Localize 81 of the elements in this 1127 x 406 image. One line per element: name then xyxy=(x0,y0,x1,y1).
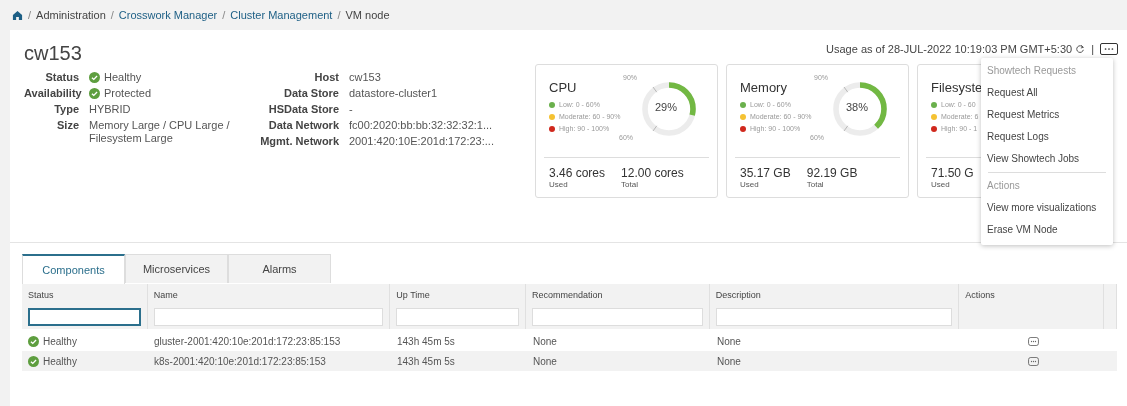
menu-item[interactable]: Request All xyxy=(981,82,1113,104)
table-cell: 143h 45m 5s xyxy=(397,355,455,367)
check-circle-icon xyxy=(28,336,39,347)
detail-label: Data Store xyxy=(282,87,339,100)
used-value: 35.17 GB xyxy=(740,166,791,180)
tab[interactable]: Components xyxy=(22,254,125,284)
table-cell: Healthy xyxy=(43,355,77,367)
ellipsis-icon xyxy=(1103,47,1115,51)
used-value: 71.50 G xyxy=(931,166,974,180)
detail-label: Host xyxy=(313,71,339,84)
breadcrumb-link[interactable]: Crosswork Manager xyxy=(118,9,218,21)
total-label: Total xyxy=(806,180,825,189)
menu-section-header: Actions xyxy=(986,179,1021,193)
detail-value: - xyxy=(349,103,354,116)
gauge-percent: 38% xyxy=(846,101,869,113)
used-label: Used xyxy=(931,180,951,189)
table-cell: 143h 45m 5s xyxy=(397,335,455,347)
card-title: Memory xyxy=(740,80,788,95)
detail-value: Protected xyxy=(104,87,152,100)
breadcrumb-item: Administration xyxy=(36,9,106,21)
page-title: cw153 xyxy=(24,42,83,65)
breadcrumb-item: VM node xyxy=(345,9,390,21)
separator: | xyxy=(1091,43,1094,55)
detail-value: HYBRID xyxy=(89,103,131,116)
check-circle-icon xyxy=(89,72,100,83)
menu-item[interactable]: Request Metrics xyxy=(981,104,1113,126)
table-cell: None xyxy=(533,335,557,347)
detail-value: datastore-cluster1 xyxy=(349,87,439,100)
menu-item[interactable]: Erase VM Node xyxy=(981,219,1113,241)
column-header[interactable]: Status xyxy=(28,290,141,300)
detail-label: HSData Store xyxy=(267,103,339,116)
detail-value: Memory Large / CPU Large / Filesystem Large xyxy=(89,119,231,145)
detail-label: Type xyxy=(53,103,79,116)
filter-field[interactable] xyxy=(28,308,141,326)
detail-value: cw153 xyxy=(349,71,382,84)
more-options-button[interactable] xyxy=(1100,43,1118,55)
breadcrumb-separator: / xyxy=(110,9,114,21)
gauge-percent: 29% xyxy=(655,101,678,113)
column-header[interactable]: Actions xyxy=(965,290,1097,300)
table-cell: None xyxy=(533,355,557,367)
detail-value: fc00:2020:bb:bb:32:32:32:1... xyxy=(349,119,494,132)
used-value: 3.46 cores xyxy=(549,166,606,180)
check-circle-icon xyxy=(28,356,39,367)
detail-label: Data Network xyxy=(267,119,339,132)
total-value: 12.00 cores xyxy=(621,166,684,180)
menu-section-header: Showtech Requests xyxy=(986,64,1077,78)
detail-label: Mgmt. Network xyxy=(259,135,339,148)
menu-item[interactable]: View more visualizations xyxy=(981,197,1113,219)
detail-label: Size xyxy=(56,119,79,133)
used-label: Used xyxy=(549,180,569,189)
table-cell: None xyxy=(717,355,741,367)
column-header[interactable]: Recommendation xyxy=(532,290,703,300)
check-circle-icon xyxy=(89,88,100,99)
column-header[interactable]: Up Time xyxy=(396,290,520,300)
table-cell: k8s-2001:420:10e:201d:172:23:85:153 xyxy=(154,355,326,367)
breadcrumb-separator: / xyxy=(28,9,32,21)
table-cell: Healthy xyxy=(43,335,77,347)
table-cell: gluster-2001:420:10e:201d:172:23:85:153 xyxy=(154,335,341,347)
column-header[interactable]: Description xyxy=(715,290,953,300)
more-options-icon[interactable] xyxy=(1028,336,1039,346)
menu-item[interactable]: View Showtech Jobs xyxy=(981,148,1113,170)
detail-value: 2001:420:10E:201d:172:23:... xyxy=(349,135,495,148)
menu-item[interactable]: Request Logs xyxy=(981,126,1113,148)
total-value: 92.19 GB xyxy=(806,166,858,180)
tab[interactable]: Alarms xyxy=(228,254,331,283)
breadcrumb-link[interactable]: Cluster Management xyxy=(230,9,333,21)
refresh-icon[interactable] xyxy=(1075,44,1086,54)
column-header[interactable]: Name xyxy=(153,290,384,300)
usage-timestamp: Usage as of 28-JUL-2022 10:19:03 PM GMT+5:30 xyxy=(826,43,1073,55)
breadcrumb-separator: / xyxy=(337,9,341,21)
card-title: CPU xyxy=(549,80,578,95)
used-label: Used xyxy=(740,180,760,189)
home-icon[interactable] xyxy=(12,9,23,21)
table-cell: None xyxy=(717,335,741,347)
detail-label: Status xyxy=(44,71,79,84)
total-label: Total xyxy=(621,180,639,189)
detail-value: Healthy xyxy=(104,71,142,84)
card-title: Filesyste xyxy=(931,80,983,95)
tab[interactable]: Microservices xyxy=(125,254,228,283)
breadcrumb-separator: / xyxy=(222,9,226,21)
more-options-icon[interactable] xyxy=(1028,356,1039,366)
